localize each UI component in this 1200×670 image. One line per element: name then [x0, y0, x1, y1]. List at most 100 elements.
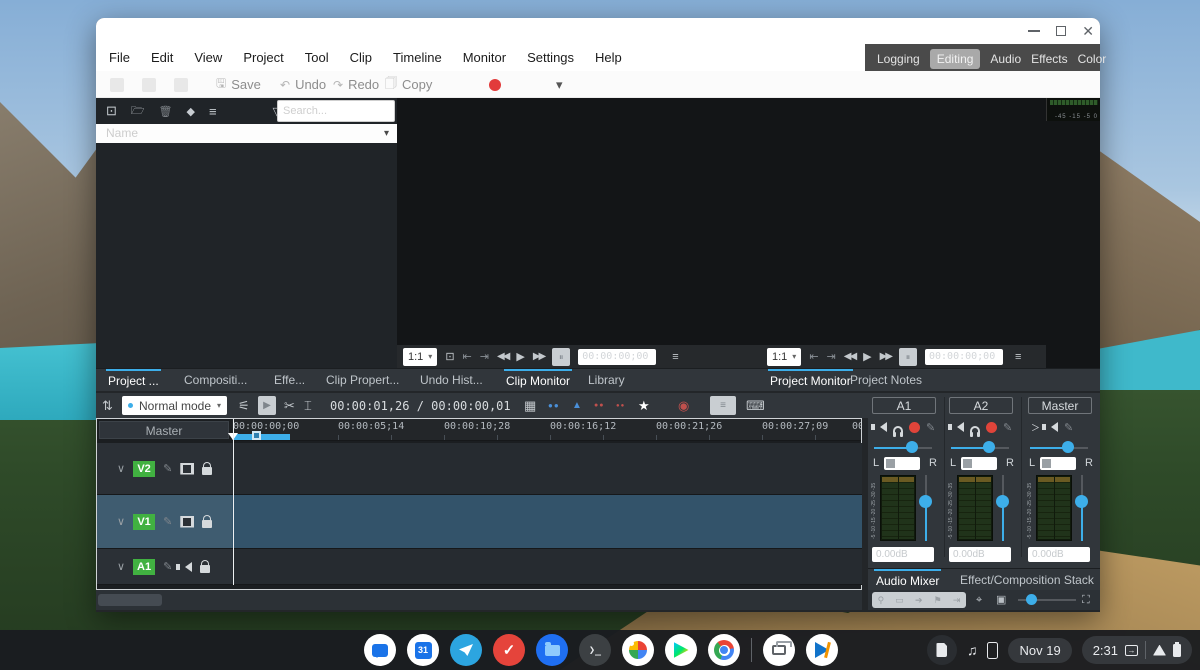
- tag-icon[interactable]: ◆: [187, 105, 195, 118]
- spacer-tool-icon[interactable]: ⌶: [304, 398, 312, 414]
- edit-track-icon[interactable]: ✎: [163, 515, 172, 528]
- track-a1-lane[interactable]: [232, 549, 863, 585]
- zone-out-icon[interactable]: ⇥: [480, 350, 489, 363]
- zone-in-icon[interactable]: ⇤: [463, 350, 472, 363]
- project-zoom-dropdown[interactable]: 1:1▾: [767, 348, 801, 366]
- collapse-track-icon[interactable]: ∨: [117, 462, 125, 475]
- clip-timecode-field[interactable]: 00:00:00;00: [578, 349, 656, 365]
- mute-icon[interactable]: [1046, 422, 1058, 432]
- menu-help[interactable]: Help: [595, 50, 622, 65]
- media-controls-icon[interactable]: ♫: [967, 642, 978, 658]
- tab-effect-stack[interactable]: Effect/Composition Stack: [958, 569, 1096, 592]
- pan-knob[interactable]: [906, 441, 918, 453]
- menu-clip[interactable]: Clip: [350, 50, 372, 65]
- tab-effects[interactable]: Effe...: [272, 369, 307, 392]
- menu-file[interactable]: File: [109, 50, 130, 65]
- lock-icon[interactable]: [202, 520, 212, 528]
- menu-edit[interactable]: Edit: [151, 50, 173, 65]
- track-badge-v1[interactable]: V1: [133, 514, 155, 530]
- edit-track-icon[interactable]: ✎: [163, 462, 172, 475]
- files-app-icon[interactable]: [536, 634, 568, 666]
- show-stack-toggle[interactable]: ≡: [710, 396, 736, 415]
- mix-audio-icon[interactable]: ●●: [548, 401, 560, 410]
- solo-headphones-icon[interactable]: [893, 426, 903, 433]
- play-store-app-icon[interactable]: [665, 634, 697, 666]
- pan-knob[interactable]: [1062, 441, 1074, 453]
- gain-spinbox[interactable]: 0.00dB: [872, 547, 934, 562]
- collapse-track-icon[interactable]: ∨: [117, 560, 125, 573]
- lock-icon[interactable]: [202, 467, 212, 475]
- workspace-effects[interactable]: Effects: [1031, 52, 1067, 66]
- close-icon[interactable]: ✕: [1082, 24, 1094, 38]
- timeline-ruler[interactable]: 00:00:00;00 00:00:05;14 00:00:10;28 00:0…: [232, 419, 861, 441]
- volume-knob[interactable]: [1075, 495, 1088, 508]
- window-stack-app-icon[interactable]: [763, 634, 795, 666]
- solo-headphones-icon[interactable]: [970, 426, 980, 433]
- timeline-scrollbar[interactable]: [96, 590, 862, 610]
- project-monitor-toggle[interactable]: ⏸: [899, 348, 917, 366]
- bin-sort-caret-icon[interactable]: ▾: [384, 124, 389, 143]
- chat-app-icon[interactable]: [364, 634, 396, 666]
- volume-knob[interactable]: [996, 495, 1009, 508]
- mute-icon[interactable]: [875, 422, 887, 432]
- render-record-icon[interactable]: [489, 79, 501, 91]
- active-app-indicator[interactable]: [927, 635, 957, 665]
- bin-menu-icon[interactable]: ≡: [209, 104, 217, 119]
- rewind-icon[interactable]: ◀◀: [497, 351, 508, 362]
- track-v2-lane[interactable]: [232, 443, 863, 495]
- timeline-timecode[interactable]: 00:00:01,26 / 00:00:00,01: [330, 399, 511, 413]
- fit-zoom-icon[interactable]: ▣: [996, 592, 1006, 608]
- forward-icon[interactable]: ▶▶: [533, 351, 544, 362]
- menu-timeline[interactable]: Timeline: [393, 50, 442, 65]
- balance-spinbox[interactable]: [1040, 457, 1076, 470]
- play-icon[interactable]: ▶: [516, 350, 524, 363]
- zone-handle[interactable]: [252, 431, 261, 440]
- selection-tool-button[interactable]: ▶: [258, 396, 276, 415]
- effects-pen-icon[interactable]: ✎: [1064, 421, 1073, 434]
- effects-pen-icon[interactable]: ✎: [926, 421, 935, 434]
- volume-slider[interactable]: [1002, 475, 1004, 541]
- expand-icon[interactable]: ⛶: [1082, 592, 1090, 608]
- track-options-icon[interactable]: ⇅: [102, 398, 113, 414]
- pan-slider[interactable]: [1030, 447, 1088, 449]
- volume-slider[interactable]: [1081, 475, 1083, 541]
- maximize-icon[interactable]: [1056, 26, 1066, 36]
- balance-spinbox[interactable]: [961, 457, 997, 470]
- undo-button[interactable]: ↶Undo: [280, 71, 326, 98]
- volume-knob[interactable]: [919, 495, 932, 508]
- edit-track-icon[interactable]: ✎: [163, 560, 172, 573]
- tab-audio-mixer[interactable]: Audio Mixer: [874, 569, 941, 592]
- track-badge-v2[interactable]: V2: [133, 461, 155, 477]
- delete-icon[interactable]: 🗑: [159, 105, 173, 118]
- record-icon[interactable]: ◉: [678, 398, 689, 414]
- razor-tool-icon[interactable]: ✂: [284, 398, 295, 414]
- chrome-app-icon[interactable]: [708, 634, 740, 666]
- lock-icon[interactable]: [200, 565, 210, 573]
- project-monitor-menu-icon[interactable]: ≡: [1015, 351, 1021, 363]
- tab-project-monitor[interactable]: Project Monitor: [768, 369, 853, 392]
- bin-name-header[interactable]: Name: [96, 124, 397, 143]
- forward-icon[interactable]: ▶▶: [880, 351, 891, 362]
- menu-tool[interactable]: Tool: [305, 50, 329, 65]
- collapse-icon[interactable]: ＞: [1031, 421, 1040, 434]
- phone-hub-icon[interactable]: [987, 642, 998, 659]
- window-titlebar[interactable]: ✕: [96, 18, 1100, 44]
- save-button[interactable]: 🖫Save: [216, 71, 261, 98]
- video-track-icon[interactable]: [180, 516, 194, 528]
- menu-monitor[interactable]: Monitor: [463, 50, 506, 65]
- tab-clip-properties[interactable]: Clip Propert...: [324, 369, 401, 392]
- telegram-app-icon[interactable]: [450, 634, 482, 666]
- pan-knob[interactable]: [983, 441, 995, 453]
- scrollbar-thumb[interactable]: [98, 594, 162, 606]
- pan-slider[interactable]: [874, 447, 932, 449]
- flag-icon[interactable]: ⚑: [934, 595, 942, 606]
- favorite-effects-icon[interactable]: ★: [638, 398, 650, 414]
- edit-mode-dropdown[interactable]: Normal mode▾: [122, 396, 227, 415]
- play-icon[interactable]: ▶: [863, 350, 871, 363]
- timeline-zone-bar[interactable]: [234, 434, 290, 440]
- zone-icon[interactable]: ⊡: [445, 350, 454, 363]
- balance-spinbox[interactable]: [884, 457, 920, 470]
- clip-monitor-menu-icon[interactable]: ≡: [672, 351, 678, 363]
- toolbar-dropdown-caret[interactable]: ▾: [556, 77, 563, 93]
- playhead-line[interactable]: [233, 419, 234, 585]
